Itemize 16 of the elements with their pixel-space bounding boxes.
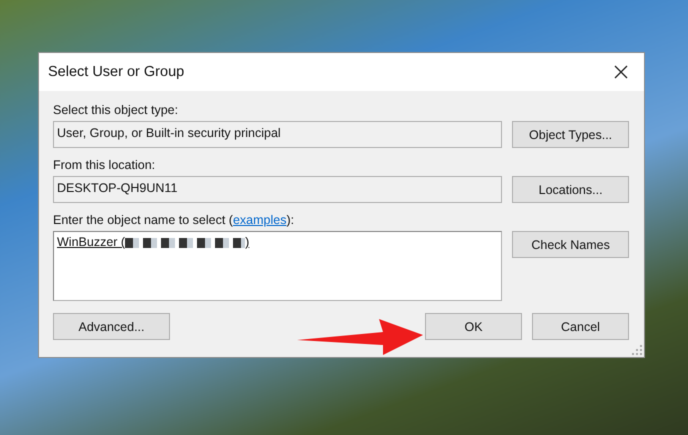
object-type-field: User, Group, or Built-in security principal [53, 121, 502, 148]
dialog-button[interactable]: Cancel [532, 313, 629, 340]
dialog-button[interactable]: OK [425, 313, 522, 340]
field-label: Enter the object name to select (examples): [53, 213, 296, 227]
examples-link[interactable]: examples [232, 213, 286, 227]
object-name-field[interactable]: WinBuzzer ( ) [53, 231, 502, 301]
location-field: DESKTOP-QH9UN11 [53, 176, 502, 203]
check-names-button[interactable]: Check Names [512, 231, 629, 258]
field-label: From this location: [53, 158, 156, 172]
resize-grip-icon[interactable] [632, 345, 642, 355]
advanced-button[interactable]: Advanced... [53, 313, 170, 340]
field-label: Select this object type: [53, 103, 180, 117]
close-icon [614, 65, 628, 79]
object-types-button[interactable]: Object Types... [512, 121, 629, 148]
window-title: Select User or Group [48, 64, 184, 80]
locations-button[interactable]: Locations... [512, 176, 629, 203]
